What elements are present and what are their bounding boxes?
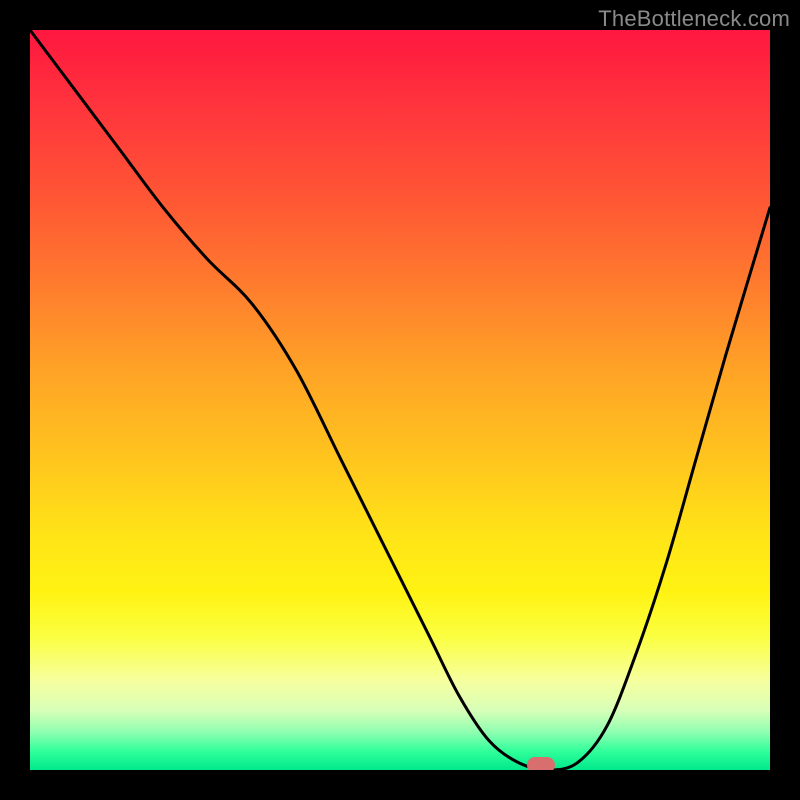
optimal-marker	[527, 757, 555, 770]
bottleneck-curve	[30, 30, 770, 770]
plot-area	[30, 30, 770, 770]
chart-stage: TheBottleneck.com	[0, 0, 800, 800]
watermark-text: TheBottleneck.com	[598, 6, 790, 32]
